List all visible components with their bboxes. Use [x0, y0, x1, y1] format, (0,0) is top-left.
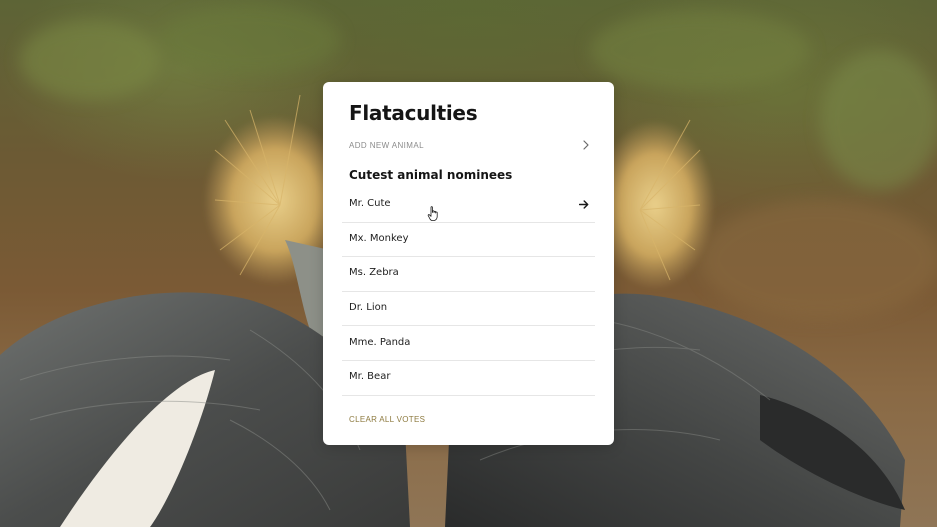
nominee-name: Dr. Lion: [349, 302, 388, 314]
add-new-animal-link[interactable]: ADD NEW ANIMAL: [349, 138, 590, 152]
arrow-right-icon: [579, 200, 589, 209]
nominee-name: Mr. Bear: [349, 371, 391, 383]
add-new-animal-label: ADD NEW ANIMAL: [349, 140, 424, 150]
nominee-item[interactable]: Mr. Bear: [342, 361, 595, 396]
nominee-name: Mr. Cute: [349, 198, 391, 210]
nominees-card: Flataculties ADD NEW ANIMAL Cutest anima…: [323, 82, 614, 445]
nominee-item[interactable]: Mx. Monkey: [342, 223, 595, 258]
nominee-name: Mx. Monkey: [349, 232, 409, 244]
nominee-item[interactable]: Dr. Lion: [342, 292, 595, 327]
nominee-item[interactable]: Mme. Panda: [342, 326, 595, 361]
card-title: Flataculties: [349, 101, 478, 125]
nominee-item[interactable]: Mr. Cute: [342, 188, 595, 223]
nominee-list: Mr. Cute Mx. Monkey Ms. Zebra Dr. Lion M…: [342, 188, 595, 396]
nominee-name: Ms. Zebra: [349, 267, 399, 279]
nominee-name: Mme. Panda: [349, 336, 411, 348]
chevron-right-icon: [583, 140, 589, 150]
app-scene: Flataculties ADD NEW ANIMAL Cutest anima…: [0, 0, 937, 527]
nominees-section-title: Cutest animal nominees: [349, 168, 513, 182]
nominee-item[interactable]: Ms. Zebra: [342, 257, 595, 292]
clear-all-votes-link[interactable]: CLEAR ALL VOTES: [349, 415, 425, 424]
